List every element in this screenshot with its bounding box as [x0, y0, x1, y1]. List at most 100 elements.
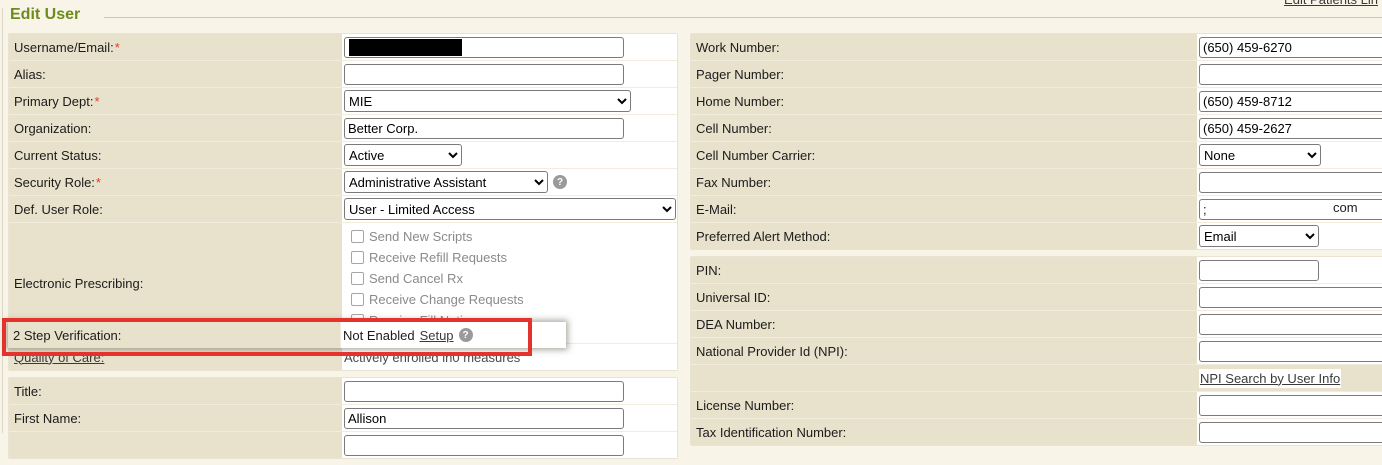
alias-label: Alias:: [9, 61, 342, 87]
checkbox[interactable]: [351, 293, 364, 306]
checkbox[interactable]: [351, 272, 364, 285]
pager-number-input[interactable]: [1199, 64, 1382, 85]
home-number-label-text: Home Number:: [696, 94, 784, 109]
pager-number-label: Pager Number:: [691, 61, 1197, 87]
home-number-input[interactable]: [1199, 91, 1382, 112]
checkbox[interactable]: [351, 251, 364, 264]
pin-label: PIN:: [691, 257, 1197, 283]
cell-carrier-select[interactable]: None: [1199, 144, 1321, 166]
help-icon[interactable]: ?: [459, 328, 473, 342]
edit-user-form-left: Username/Email:* Alias: Primary Dept:* M…: [8, 33, 678, 465]
username-label-text: Username/Email:: [14, 40, 114, 55]
pin-label-text: PIN:: [696, 263, 721, 278]
dea-number-label-text: DEA Number:: [696, 317, 775, 332]
work-number-input[interactable]: [1199, 37, 1382, 58]
primary-dept-row: Primary Dept:* MIE: [9, 88, 677, 114]
home-number-row: Home Number:: [691, 88, 1382, 114]
checkbox-label: Send New Scripts: [369, 229, 472, 244]
pager-number-label-text: Pager Number:: [696, 67, 784, 82]
title-label: Title:: [9, 378, 342, 404]
checkbox-receive-change-requests[interactable]: Receive Change Requests: [351, 289, 524, 310]
tax-id-input[interactable]: [1199, 422, 1382, 443]
alert-method-select[interactable]: Email: [1199, 225, 1319, 247]
checkbox-label: Receive Refill Requests: [369, 250, 507, 265]
organization-input[interactable]: [344, 118, 624, 139]
pager-number-row: Pager Number:: [691, 61, 1382, 87]
alert-method-row: Preferred Alert Method: Email: [691, 223, 1382, 249]
fax-number-label: Fax Number:: [691, 169, 1197, 195]
first-name-row: First Name:: [9, 405, 677, 431]
checkbox-send-cancel-rx[interactable]: Send Cancel Rx: [351, 268, 463, 289]
tax-id-row: Tax Identification Number:: [691, 419, 1382, 445]
organization-row: Organization:: [9, 115, 677, 141]
required-asterisk: *: [115, 40, 120, 55]
npi-search-link[interactable]: NPI Search by User Info: [1199, 369, 1341, 388]
username-row: Username/Email:*: [9, 34, 677, 60]
pin-row: PIN:: [691, 257, 1382, 283]
universal-id-label: Universal ID:: [691, 284, 1197, 310]
title-label-text: Title:: [14, 384, 42, 399]
two-step-setup-link[interactable]: Setup: [420, 328, 454, 343]
alias-input[interactable]: [344, 64, 624, 85]
npi-search-row: NPI Search by User Info: [691, 365, 1382, 391]
def-user-role-row: Def. User Role: User - Limited Access: [9, 196, 677, 222]
email-row: E-Mail: ; com: [691, 196, 1382, 222]
primary-dept-select[interactable]: MIE: [344, 90, 631, 112]
license-number-row: License Number:: [691, 392, 1382, 418]
npi-row: National Provider Id (NPI):: [691, 338, 1382, 364]
fax-number-label-text: Fax Number:: [696, 175, 771, 190]
user-name-group: Title: First Name:: [8, 377, 678, 459]
quality-of-care-value: Actively enrolled in0 measures: [344, 350, 520, 365]
contact-group: Work Number: Pager Number: Home Number: …: [690, 33, 1382, 250]
title-row: Title:: [9, 378, 677, 404]
license-number-label: License Number:: [691, 392, 1197, 418]
checkbox[interactable]: [351, 230, 364, 243]
def-user-role-select[interactable]: User - Limited Access: [344, 198, 676, 220]
page-left-border: [2, 8, 3, 433]
username-label: Username/Email:*: [9, 34, 342, 60]
security-role-select[interactable]: Administrative Assistant: [344, 171, 548, 193]
current-status-label-text: Current Status:: [14, 148, 101, 163]
partial-input[interactable]: [344, 435, 624, 456]
email-input[interactable]: ; com: [1199, 199, 1382, 220]
checkbox-label: Receive Change Requests: [369, 292, 524, 307]
title-input[interactable]: [344, 381, 624, 402]
dea-number-input[interactable]: [1199, 314, 1382, 335]
redaction-bar: [349, 39, 462, 56]
first-name-input[interactable]: [344, 408, 624, 429]
edit-patients-link[interactable]: Edit Patients Lin: [1284, 0, 1378, 7]
first-name-label-text: First Name:: [14, 411, 81, 426]
def-user-role-label: Def. User Role:: [9, 196, 342, 222]
home-number-label: Home Number:: [691, 88, 1197, 114]
security-role-label: Security Role:*: [9, 169, 342, 195]
current-status-select[interactable]: Active: [344, 144, 462, 166]
universal-id-input[interactable]: [1199, 287, 1382, 308]
cell-number-input[interactable]: [1199, 118, 1382, 139]
tax-id-label-text: Tax Identification Number:: [696, 425, 846, 440]
username-input[interactable]: [344, 37, 624, 58]
quality-of-care-link[interactable]: Quality of Care:: [14, 350, 104, 365]
electronic-prescribing-label-text: Electronic Prescribing:: [14, 276, 143, 291]
def-user-role-label-text: Def. User Role:: [14, 202, 103, 217]
universal-id-label-text: Universal ID:: [696, 290, 770, 305]
checkbox-receive-refill-requests[interactable]: Receive Refill Requests: [351, 247, 507, 268]
required-asterisk: *: [94, 94, 99, 109]
cell-number-label: Cell Number:: [691, 115, 1197, 141]
dea-number-label: DEA Number:: [691, 311, 1197, 337]
npi-search-spacer: [691, 365, 1197, 391]
cell-number-row: Cell Number:: [691, 115, 1382, 141]
fax-number-input[interactable]: [1199, 172, 1382, 193]
work-number-label-text: Work Number:: [696, 40, 780, 55]
checkbox-send-new-scripts[interactable]: Send New Scripts: [351, 226, 472, 247]
title-divider: [104, 17, 1382, 18]
checkbox-label: Send Cancel Rx: [369, 271, 463, 286]
primary-dept-label: Primary Dept:*: [9, 88, 342, 114]
edit-user-form-right: Work Number: Pager Number: Home Number: …: [690, 33, 1382, 452]
fax-number-row: Fax Number:: [691, 169, 1382, 195]
license-number-input[interactable]: [1199, 395, 1382, 416]
partial-next-row: [9, 432, 677, 458]
pin-input[interactable]: [1199, 260, 1319, 281]
npi-input[interactable]: [1199, 341, 1382, 362]
help-icon[interactable]: ?: [553, 175, 567, 189]
npi-label: National Provider Id (NPI):: [691, 338, 1197, 364]
